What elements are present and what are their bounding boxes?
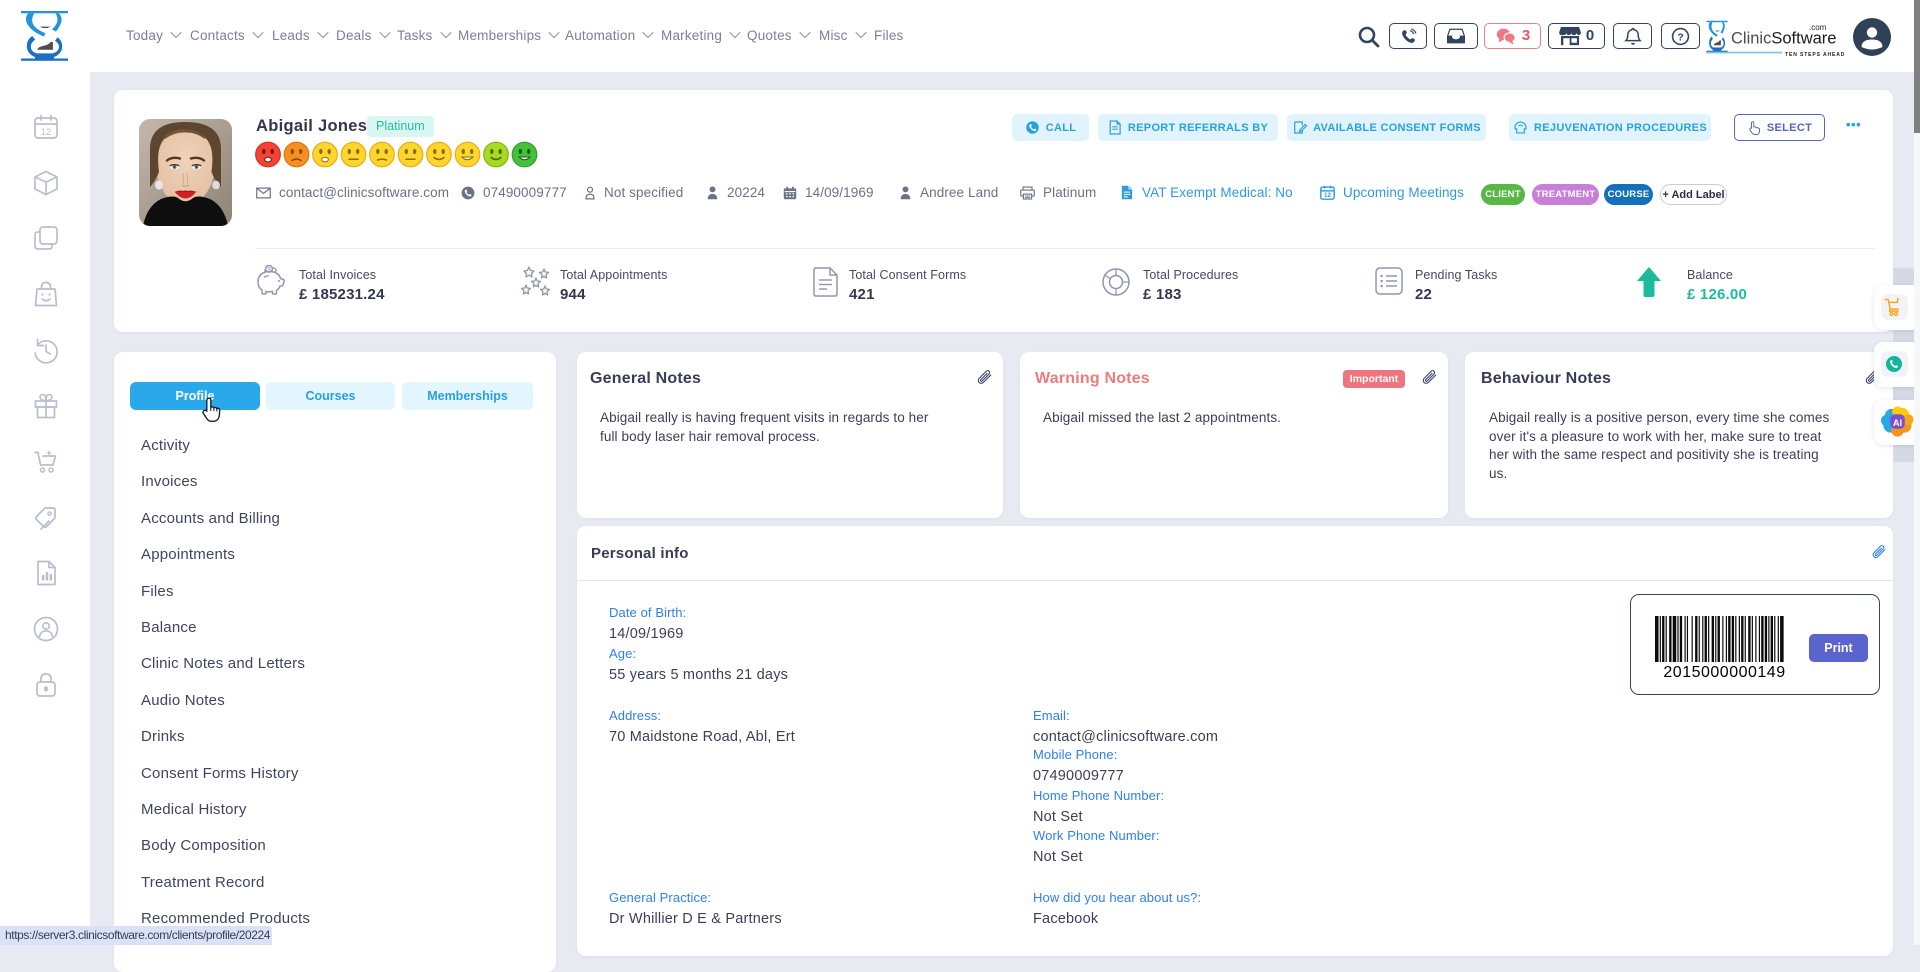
svg-text:12: 12 [41, 127, 51, 137]
svg-text:AI: AI [1893, 418, 1902, 428]
svg-text:$: $ [267, 266, 271, 273]
svg-text:ClinicSoftware: ClinicSoftware [1731, 30, 1836, 48]
svg-text:12: 12 [1324, 192, 1332, 199]
svg-text:?: ? [1677, 32, 1683, 43]
svg-text:TEN STEPS AHEAD: TEN STEPS AHEAD [1785, 52, 1845, 58]
svg-text:.com: .com [1809, 23, 1827, 32]
